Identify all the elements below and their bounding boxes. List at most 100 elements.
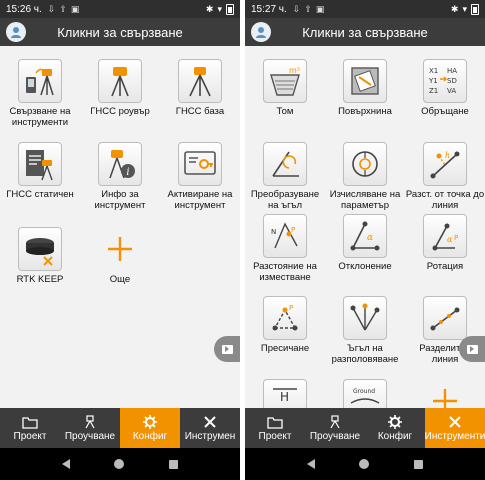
ground-icon: Ground (343, 379, 387, 408)
svg-text:Y1: Y1 (428, 77, 438, 85)
tile-rtk-keep[interactable]: RTK KEEP (0, 227, 80, 285)
tile-label: Разст. от точка до линия (405, 189, 485, 211)
tile-instrument-info[interactable]: i Инфо за инструмент (80, 142, 160, 211)
nav-label: Инструмен (184, 430, 236, 442)
folder-icon (22, 416, 38, 429)
floating-play-button[interactable] (214, 336, 240, 362)
phone-tools-screen: 15:27 ч. ⇩ ⇧ ▣ ✱ ▾ Кликни за свързване m³ Т… (245, 0, 485, 480)
tile-label: Пресичане (260, 343, 310, 354)
download-icon: ⇩ (292, 3, 301, 14)
svg-text:HA: HA (447, 67, 457, 75)
play-icon (466, 344, 478, 354)
tile-ground[interactable]: Ground (325, 379, 405, 408)
tile-angle-convert[interactable]: Преобразуване на ъгъл (245, 142, 325, 211)
wifi-icon: ▾ (217, 3, 222, 14)
offset-distance-icon: NP (263, 214, 307, 258)
tile-bisect-angle[interactable]: Ъгъл на разполовяване (325, 296, 405, 365)
notification-icons: ⇩ ⇧ ▣ (48, 4, 80, 15)
nav-tools[interactable]: Инструмен (180, 408, 240, 448)
image-icon: ▣ (315, 3, 325, 14)
coordinate-transform-icon: X1 Y1 Z1 HA SD VA (423, 59, 467, 103)
title-bar: Кликни за свързване (245, 18, 485, 46)
tile-intersection[interactable]: P Пресичане (245, 296, 325, 354)
nav-tools[interactable]: Инструменти (425, 408, 485, 448)
gnss-static-icon (18, 142, 62, 186)
tile-deviation[interactable]: α Отклонение (325, 214, 405, 272)
tile-point-line-distance[interactable]: h Разст. от точка до линия (405, 142, 485, 211)
home-icon[interactable] (114, 459, 125, 469)
tile-instrument-connect[interactable]: Свързване на инструменти (0, 59, 80, 128)
nav-config[interactable]: Конфиг (120, 408, 180, 448)
nav-label: Проучване (309, 430, 361, 442)
tile-coordinate-transform[interactable]: X1 Y1 Z1 HA SD VA Обръщане (405, 59, 485, 117)
wifi-icon: ▾ (462, 3, 467, 14)
svg-text:P: P (289, 304, 293, 312)
gnss-base-icon (178, 59, 222, 103)
tile-offset-distance[interactable]: NP Разстояние на изместване (245, 214, 325, 283)
bottom-navigation: Проект Проучване Конфиг Инструмен (0, 408, 240, 448)
tile-activate-instrument[interactable]: Активиране на инструмент (160, 142, 240, 211)
floating-play-button[interactable] (459, 336, 485, 362)
tile-label: Ротация (426, 261, 464, 272)
tile-parameter-calc[interactable]: Изчисляване на параметър (325, 142, 405, 211)
volume-icon: m³ (263, 59, 307, 103)
user-icon (256, 27, 266, 38)
deviation-icon: α (343, 214, 387, 258)
nav-project[interactable]: Проект (0, 408, 60, 448)
tile-more[interactable] (405, 379, 485, 408)
back-icon[interactable] (62, 459, 71, 469)
svg-text:N: N (271, 228, 276, 236)
parameter-calc-icon (343, 142, 387, 186)
tile-grid: m³ Том Повърхнина X1 Y1 Z1 HA SD VA Обръщане (245, 46, 485, 408)
upload-icon: ⇧ (304, 3, 312, 14)
tile-label: Преобразуване на ъгъл (250, 189, 320, 211)
svg-text:H: H (280, 390, 289, 404)
tile-height[interactable]: H (245, 379, 325, 408)
tile-rotation[interactable]: αP Ротация (405, 214, 485, 272)
status-time: 15:27 ч. (251, 3, 287, 15)
nav-config[interactable]: Конфиг (365, 408, 425, 448)
tile-label: Още (109, 274, 131, 285)
recents-icon[interactable] (168, 459, 178, 469)
home-icon[interactable] (359, 459, 370, 469)
tile-gnss-rover[interactable]: ГНСС роувър (80, 59, 160, 117)
tile-label: Инфо за инструмент (94, 189, 146, 211)
avatar[interactable] (251, 22, 271, 42)
gear-icon (143, 414, 157, 429)
status-bar: 15:26 ч. ⇩ ⇧ ▣ ✱ ▾ (0, 0, 240, 18)
tile-volume[interactable]: m³ Том (245, 59, 325, 117)
nav-survey[interactable]: Проучване (305, 408, 365, 448)
nav-label: Инструменти (425, 430, 485, 442)
tile-label: Отклонение (338, 261, 392, 272)
gnss-rover-icon (98, 59, 142, 103)
tile-area[interactable]: Повърхнина (325, 59, 405, 117)
divide-line-icon (423, 296, 467, 340)
tile-gnss-static[interactable]: ГНСС статичен (0, 142, 80, 200)
bisect-angle-icon (343, 296, 387, 340)
instrument-connect-icon (18, 59, 62, 103)
page-title[interactable]: Кликни за свързване (271, 25, 459, 40)
notification-icons: ⇩ ⇧ ▣ (293, 4, 325, 15)
tile-label: Обръщане (421, 106, 469, 117)
svg-text:P: P (454, 234, 458, 242)
tile-label: Свързване на инструменти (9, 106, 71, 128)
intersection-icon: P (263, 296, 307, 340)
tools-icon (449, 415, 461, 428)
tile-gnss-base[interactable]: ГНСС база (160, 59, 240, 117)
angle-convert-icon (263, 142, 307, 186)
back-icon[interactable] (307, 459, 316, 469)
tile-label: Ъгъл на разполовяване (331, 343, 399, 365)
tile-more[interactable]: Още (80, 227, 160, 285)
tile-label: Разстояние на изместване (253, 261, 317, 283)
avatar[interactable] (6, 22, 26, 42)
download-icon: ⇩ (47, 3, 56, 14)
nav-project[interactable]: Проект (245, 408, 305, 448)
page-title[interactable]: Кликни за свързване (26, 25, 214, 40)
system-icons: ✱ ▾ (206, 3, 234, 15)
svg-text:VA: VA (447, 87, 456, 95)
recents-icon[interactable] (413, 459, 423, 469)
bottom-navigation: Проект Проучване Конфиг Инструменти (245, 408, 485, 448)
tile-label: Активиране на инструмент (167, 189, 233, 211)
status-time: 15:26 ч. (6, 3, 42, 15)
nav-survey[interactable]: Проучване (60, 408, 120, 448)
